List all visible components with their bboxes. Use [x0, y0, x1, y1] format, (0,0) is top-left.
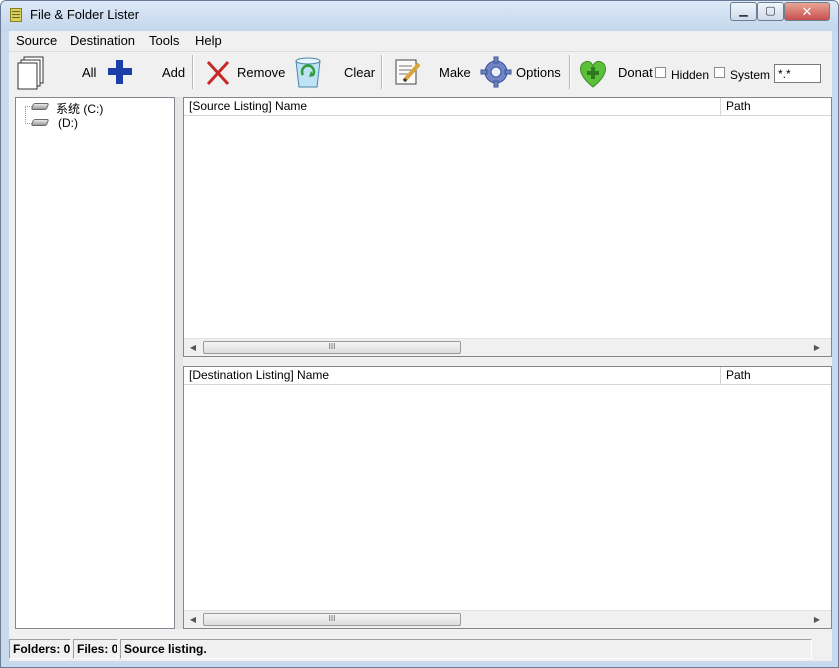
menu-destination[interactable]: Destination	[70, 33, 135, 48]
gear-icon[interactable]	[480, 56, 512, 88]
scroll-left-icon[interactable]: ◀	[185, 613, 201, 626]
window-title: File & Folder Lister	[30, 7, 140, 22]
hard-drive-icon	[30, 119, 50, 126]
drive-tree[interactable]: 系统 (C:) (D:)	[15, 97, 175, 629]
status-files: Files: 0	[73, 639, 118, 659]
source-listing[interactable]: [Source Listing] Name Path ◀ III ▶	[183, 97, 832, 357]
make-button[interactable]: Make	[439, 65, 471, 80]
destination-list-header: [Destination Listing] Name Path	[184, 367, 831, 385]
source-list-header: [Source Listing] Name Path	[184, 98, 831, 116]
toolbar-separator	[381, 55, 383, 89]
scroll-thumb[interactable]: III	[203, 613, 461, 626]
hard-drive-icon	[30, 103, 50, 110]
system-label: System	[730, 68, 771, 82]
menu-source[interactable]: Source	[16, 33, 57, 48]
recycle-bin-icon[interactable]	[293, 55, 323, 89]
clear-button[interactable]: Clear	[344, 65, 375, 80]
status-bar: Folders: 0 Files: 0 Source listing.	[9, 636, 832, 661]
donate-button[interactable]: Donat	[618, 65, 653, 80]
toolbar-separator	[569, 55, 571, 89]
add-button[interactable]: Add	[162, 65, 185, 80]
remove-x-icon[interactable]	[205, 59, 231, 87]
scroll-right-icon[interactable]: ▶	[809, 613, 825, 626]
app-list-icon	[10, 8, 22, 22]
source-column-name[interactable]: [Source Listing] Name	[184, 98, 721, 115]
select-all-button[interactable]: All	[82, 65, 96, 80]
close-button[interactable]: ✕	[784, 2, 830, 21]
notepad-pencil-icon[interactable]	[393, 57, 423, 87]
menu-bar: Source Destination Tools Help	[9, 31, 832, 51]
scroll-left-icon[interactable]: ◀	[185, 341, 201, 354]
hidden-checkbox[interactable]	[655, 67, 666, 78]
status-message: Source listing.	[120, 639, 812, 659]
options-button[interactable]: Options	[516, 65, 561, 80]
tree-item-label: (D:)	[58, 116, 78, 130]
status-folders: Folders: 0	[9, 639, 71, 659]
horizontal-splitter[interactable]	[183, 357, 832, 366]
hidden-label: Hidden	[671, 68, 710, 82]
destination-column-path[interactable]: Path	[721, 367, 831, 384]
file-filter-input[interactable]	[774, 64, 821, 83]
client-area: Source Destination Tools Help All Add Re…	[9, 31, 832, 661]
tree-connector	[25, 106, 26, 124]
title-bar[interactable]: File & Folder Lister ▁ ▢ ✕	[1, 1, 838, 31]
destination-horizontal-scrollbar[interactable]: ◀ III ▶	[184, 610, 831, 628]
source-horizontal-scrollbar[interactable]: ◀ III ▶	[184, 338, 831, 356]
maximize-button[interactable]: ▢	[757, 2, 784, 21]
toolbar: All Add Remove Clear Make Options Donat …	[9, 51, 832, 98]
heart-plus-icon[interactable]	[576, 56, 610, 90]
vertical-splitter[interactable]	[175, 97, 183, 629]
toolbar-separator	[192, 55, 194, 89]
source-column-path[interactable]: Path	[721, 98, 831, 115]
destination-column-name[interactable]: [Destination Listing] Name	[184, 367, 721, 384]
menu-tools[interactable]: Tools	[149, 33, 179, 48]
minimize-button[interactable]: ▁	[730, 2, 757, 21]
menu-help[interactable]: Help	[195, 33, 222, 48]
scroll-right-icon[interactable]: ▶	[809, 341, 825, 354]
tree-item-label: 系统 (C:)	[56, 102, 104, 116]
app-window: File & Folder Lister ▁ ▢ ✕ Source Destin…	[0, 0, 839, 668]
remove-button[interactable]: Remove	[237, 65, 285, 80]
plus-icon[interactable]	[107, 59, 133, 85]
destination-listing[interactable]: [Destination Listing] Name Path ◀ III ▶	[183, 366, 832, 629]
scroll-thumb[interactable]: III	[203, 341, 461, 354]
system-checkbox[interactable]	[714, 67, 725, 78]
pages-icon[interactable]	[17, 55, 47, 91]
